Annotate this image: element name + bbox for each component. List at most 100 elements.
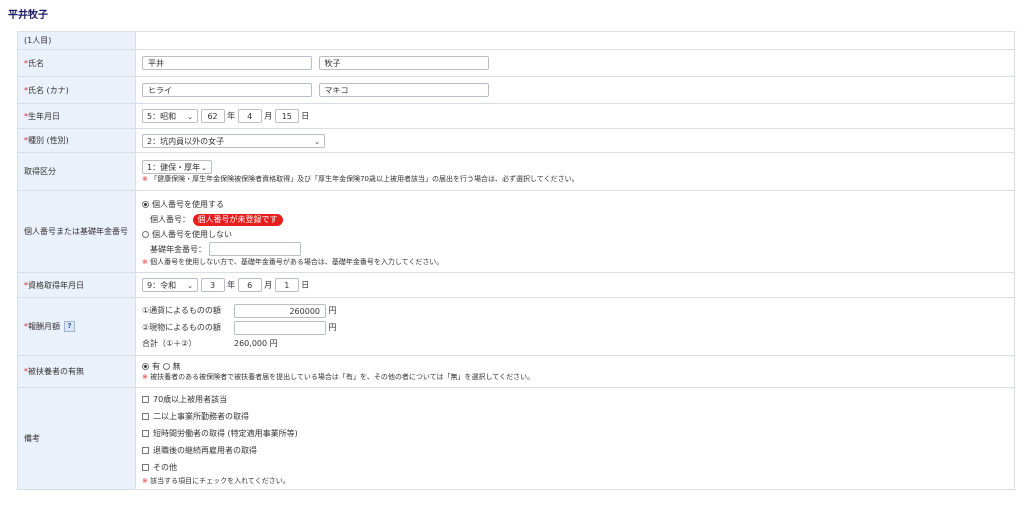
- qualification-era-value: 9：令和: [147, 281, 177, 290]
- remark-label: 70歳以上被用者該当: [153, 395, 228, 404]
- qualification-month-input[interactable]: 6: [237, 278, 262, 292]
- acquisition-value: 1：健保・厚年: [147, 162, 201, 172]
- name-label: 氏名: [28, 58, 44, 68]
- remark-item: 二以上事業所勤務者の取得: [142, 408, 1008, 425]
- note-mark: ※: [142, 257, 148, 266]
- month-unit: 月: [264, 280, 273, 290]
- remark-item: その他: [142, 459, 1008, 476]
- qualification-year-input[interactable]: 3: [200, 278, 225, 292]
- day-unit: 日: [301, 111, 310, 121]
- year-unit: 年: [227, 280, 236, 290]
- chevron-down-icon: ⌄: [314, 137, 320, 146]
- mynumber-field-label: 個人番号：: [150, 214, 190, 224]
- person-count-label: (1人目): [17, 31, 136, 50]
- remark-label: 二以上事業所勤務者の取得: [153, 412, 249, 421]
- total-label: 合計（①＋②）: [142, 339, 197, 348]
- help-icon[interactable]: ?: [64, 321, 75, 332]
- mynumber-note-text: 個人番号を使用しない方で、基礎年金番号がある場合は、基礎年金番号を入力してくださ…: [150, 257, 444, 266]
- remark-item: 70歳以上被用者該当: [142, 391, 1008, 408]
- mynumber-note: ※ 個人番号を使用しない方で、基礎年金番号がある場合は、基礎年金番号を入力してく…: [142, 257, 1008, 267]
- employee-form: (1人目) *氏名 平井 牧子 *氏名 (カナ) ヒライ マキコ *生年月日 5…: [17, 31, 1015, 490]
- chevron-down-icon: ⌄: [187, 282, 193, 290]
- remark-checkbox[interactable]: [142, 430, 149, 437]
- remarks-row: 備考 70歳以上被用者該当 二以上事業所勤務者の取得 短時間労働者の取得 (特定…: [17, 387, 1015, 490]
- dependents-no-label: 無: [172, 362, 181, 371]
- last-name-kana-input[interactable]: ヒライ: [142, 83, 312, 97]
- unregistered-badge: 個人番号が未登録です: [192, 213, 283, 226]
- dependents-row: *被扶養者の有無 有 無 ※ 被扶養者のある被保険者で被扶養者届を提出している場…: [17, 355, 1015, 388]
- note-mark: ※: [142, 477, 148, 485]
- cash-amount-label: ①通貨によるものの額: [142, 306, 221, 315]
- use-mynumber-radio[interactable]: [142, 200, 149, 208]
- acquisition-note-text: 「健康保険・厚生年金保険被保険者資格取得」及び「厚生年金保険70歳以上被用者該当…: [150, 174, 579, 183]
- page-title: 平井牧子: [8, 10, 48, 21]
- month-unit: 月: [264, 111, 273, 121]
- mynumber-row: 個人番号または基礎年金番号 個人番号を使用する 個人番号： 個人番号が未登録です…: [17, 190, 1015, 273]
- no-mynumber-radio[interactable]: [142, 230, 149, 238]
- kind-amount-label: ②現物によるものの額: [142, 323, 221, 332]
- cash-amount-input[interactable]: 260000: [234, 303, 326, 318]
- salary-label: 報酬月額: [28, 322, 60, 331]
- note-mark: ※: [142, 373, 148, 381]
- first-name-kana-input[interactable]: マキコ: [318, 83, 489, 97]
- kind-value: 2：坑内員以外の女子: [147, 136, 225, 146]
- dependents-yes-label: 有: [152, 362, 160, 371]
- kana-label: 氏名 (カナ): [28, 85, 69, 95]
- kana-row: *氏名 (カナ) ヒライ マキコ: [17, 76, 1015, 104]
- remarks-label: 備考: [17, 387, 136, 490]
- remarks-note-text: 該当する項目にチェックを入れてください。: [150, 477, 290, 485]
- remarks-note: ※ 該当する項目にチェックを入れてください。: [142, 476, 1008, 486]
- no-mynumber-label: 個人番号を使用しない: [152, 229, 232, 239]
- person-count-row: (1人目): [17, 31, 1015, 50]
- remark-checkbox[interactable]: [142, 464, 149, 471]
- remark-label: 短時間労働者の取得 (特定適用事業所等): [153, 429, 298, 438]
- mynumber-label: 個人番号または基礎年金番号: [17, 190, 136, 273]
- remark-checkbox[interactable]: [142, 396, 149, 403]
- chevron-down-icon: ⌄: [201, 163, 207, 172]
- remark-label: 退職後の継続再雇用者の取得: [153, 446, 257, 455]
- qualification-date-row: *資格取得年月日 9：令和 ⌄ 3 年 6 月 1 日: [17, 272, 1015, 298]
- total-value: 260,000 円: [234, 339, 278, 348]
- remark-item: 退職後の継続再雇用者の取得: [142, 442, 1008, 459]
- qualification-era-select[interactable]: 9：令和 ⌄: [142, 278, 198, 292]
- name-row: *氏名 平井 牧子: [17, 49, 1015, 77]
- day-unit: 日: [301, 280, 310, 290]
- birth-label: 生年月日: [28, 111, 60, 121]
- acquisition-select[interactable]: 1：健保・厚年 ⌄: [142, 159, 212, 174]
- birth-era-select[interactable]: 5：昭和 ⌄: [142, 109, 198, 123]
- remark-checkbox[interactable]: [142, 413, 149, 420]
- dependents-note-text: 被扶養者のある被保険者で被扶養者届を提出している場合は「有」を、その他の者につい…: [150, 373, 535, 381]
- salary-row: *報酬月額? ①通貨によるものの額 260000 円 ②現物によるものの額 円 合…: [17, 297, 1015, 356]
- dependents-no-radio[interactable]: [162, 363, 170, 370]
- qualification-day-input[interactable]: 1: [274, 278, 299, 292]
- kind-amount-input[interactable]: [234, 320, 326, 335]
- qualification-date-label: 資格取得年月日: [28, 280, 84, 290]
- birth-month-input[interactable]: 4: [237, 109, 262, 123]
- kind-label: 種別 (性別): [28, 136, 69, 145]
- remark-checkbox[interactable]: [142, 447, 149, 454]
- remark-label: その他: [153, 463, 177, 472]
- dependents-yes-radio[interactable]: [142, 363, 149, 370]
- note-mark: ※: [142, 174, 148, 183]
- dependents-note: ※ 被扶養者のある被保険者で被扶養者届を提出している場合は「有」を、その他の者に…: [142, 372, 1008, 382]
- yen-unit: 円: [328, 323, 337, 332]
- first-name-input[interactable]: 牧子: [318, 56, 489, 70]
- dependents-label: 被扶養者の有無: [28, 367, 84, 376]
- acquisition-label: 取得区分: [17, 152, 136, 191]
- use-mynumber-label: 個人番号を使用する: [152, 199, 224, 209]
- birth-year-input[interactable]: 62: [200, 109, 225, 123]
- acquisition-note: ※ 「健康保険・厚生年金保険被保険者資格取得」及び「厚生年金保険70歳以上被用者…: [142, 174, 1008, 184]
- birth-day-input[interactable]: 15: [274, 109, 299, 123]
- remark-item: 短時間労働者の取得 (特定適用事業所等): [142, 425, 1008, 442]
- year-unit: 年: [227, 111, 236, 121]
- acquisition-row: 取得区分 1：健保・厚年 ⌄ ※ 「健康保険・厚生年金保険被保険者資格取得」及び「…: [17, 152, 1015, 191]
- birth-era-value: 5：昭和: [147, 112, 177, 121]
- kind-row: *種別 (性別) 2：坑内員以外の女子 ⌄: [17, 128, 1015, 153]
- pension-number-input[interactable]: [208, 242, 301, 256]
- last-name-input[interactable]: 平井: [142, 56, 312, 70]
- yen-unit: 円: [328, 306, 337, 315]
- kind-select[interactable]: 2：坑内員以外の女子 ⌄: [142, 133, 325, 148]
- pension-number-label: 基礎年金番号：: [150, 244, 206, 254]
- birth-row: *生年月日 5：昭和 ⌄ 62 年 4 月 15 日: [17, 103, 1015, 129]
- chevron-down-icon: ⌄: [187, 113, 193, 121]
